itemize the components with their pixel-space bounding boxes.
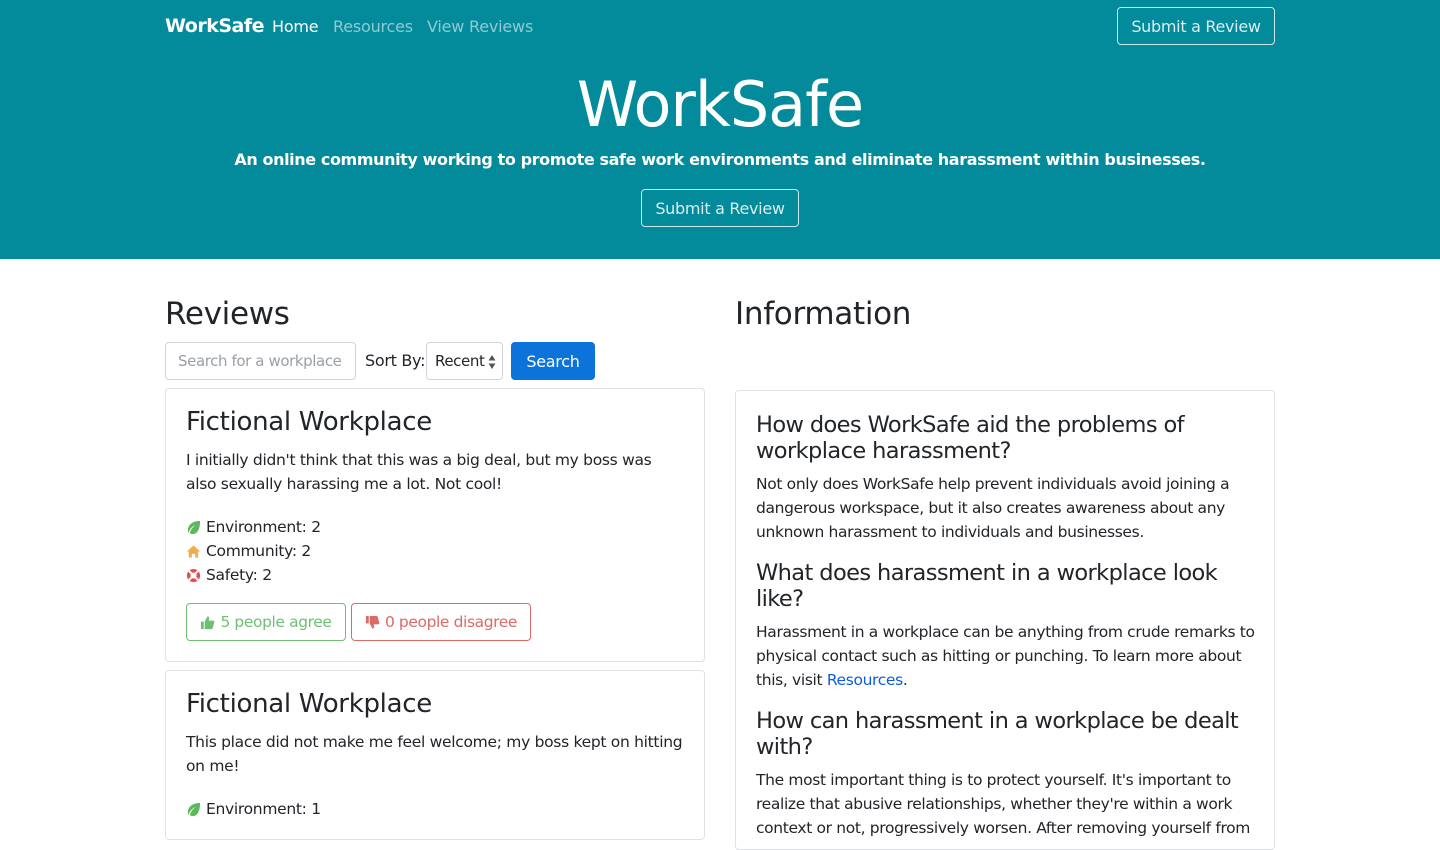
sort-select[interactable]: Recent: [426, 342, 503, 380]
search-button[interactable]: Search: [511, 342, 595, 380]
nav-link-home[interactable]: Home: [272, 17, 319, 36]
review-text: I initially didn't think that this was a…: [186, 451, 652, 493]
review-card: Fictional Workplace This place did not m…: [165, 670, 705, 840]
info-question: What does harassment in a workplace look…: [756, 560, 1218, 612]
navbar: WorkSafe Home Resources View Reviews Sub…: [165, 7, 1275, 45]
hero-banner: WorkSafe Home Resources View Reviews Sub…: [0, 0, 1440, 259]
disagree-button[interactable]: 0 people disagree: [351, 603, 531, 641]
review-title: Fictional Workplace: [186, 407, 432, 437]
info-answer: Not only does WorkSafe help prevent indi…: [756, 475, 1230, 541]
information-heading: Information: [735, 296, 912, 332]
life-ring-icon: [186, 568, 201, 582]
hero-title: WorkSafe: [576, 68, 864, 141]
info-question: How does WorkSafe aid the problems of wo…: [756, 412, 1185, 464]
hero-subtitle: An online community working to promote s…: [234, 150, 1206, 169]
rating-safety: Safety: 2: [186, 563, 272, 587]
thumbs-up-icon: [201, 615, 215, 629]
rating-community: Community: 2: [186, 539, 311, 563]
leaf-icon: [187, 802, 201, 816]
search-input[interactable]: [165, 342, 356, 380]
resources-link[interactable]: Resources: [827, 671, 903, 689]
sort-label: Sort By:: [365, 351, 426, 370]
nav-link-resources[interactable]: Resources: [333, 17, 413, 36]
information-card: How does WorkSafe aid the problems of wo…: [735, 390, 1275, 850]
nav-link-view-reviews[interactable]: View Reviews: [427, 17, 533, 36]
hero-submit-review-button[interactable]: Submit a Review: [641, 189, 799, 227]
agree-button[interactable]: 5 people agree: [186, 603, 346, 641]
nav-submit-review-button[interactable]: Submit a Review: [1117, 7, 1275, 45]
info-answer: Harassment in a workplace can be anythin…: [756, 623, 1255, 689]
thumbs-down-icon: [365, 615, 380, 629]
sort-arrows-icon: [488, 355, 496, 369]
home-icon: [186, 544, 201, 558]
sort-select-value: Recent: [435, 352, 485, 370]
info-question: How can harassment in a workplace be dea…: [756, 708, 1239, 760]
rating-environment: Environment: 1: [186, 797, 321, 821]
review-text: This place did not make me feel welcome;…: [186, 733, 683, 775]
brand-logo[interactable]: WorkSafe: [165, 15, 265, 37]
rating-environment: Environment: 2: [186, 515, 321, 539]
info-answer: The most important thing is to protect y…: [756, 771, 1251, 837]
review-title: Fictional Workplace: [186, 689, 432, 719]
review-card: Fictional Workplace I initially didn't t…: [165, 388, 705, 662]
leaf-icon: [187, 520, 201, 534]
reviews-heading: Reviews: [165, 296, 290, 332]
